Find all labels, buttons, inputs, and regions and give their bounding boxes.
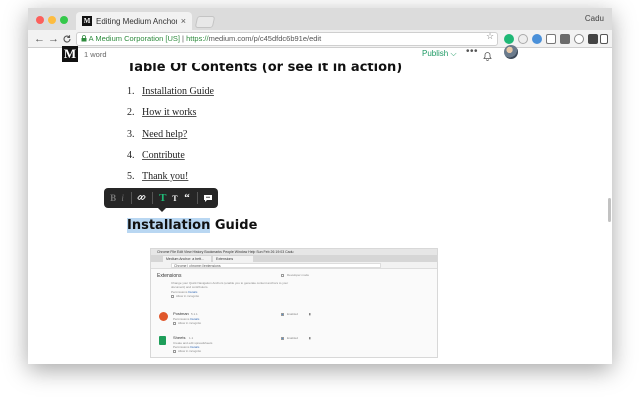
- extension-ring-icon[interactable]: [574, 34, 584, 44]
- forward-button[interactable]: →: [48, 32, 59, 46]
- screen: M Editing Medium Anchor, a mu × Cadu ← →…: [0, 0, 640, 400]
- toc-item-number: 4.: [127, 149, 135, 161]
- embedded-checkbox: [173, 322, 176, 325]
- reload-icon: [63, 35, 71, 43]
- extension-link-icon[interactable]: [600, 34, 608, 44]
- embedded-checkbox: [171, 295, 174, 298]
- toolbar-pointer: [158, 208, 166, 212]
- toc-link-contribute[interactable]: Contribute: [142, 150, 185, 161]
- tab-close-icon[interactable]: ×: [181, 16, 186, 26]
- close-window-button[interactable]: [36, 16, 44, 24]
- toolbar-divider: [151, 192, 153, 204]
- address-bar[interactable]: A Medium Corporation [US] | https://medi…: [76, 32, 498, 46]
- embedded-incognito: Allow in incognito: [178, 349, 202, 353]
- toc-list: 1. Installation Guide 2. How it works 3. Ne…: [127, 86, 214, 192]
- tab-strip: M Editing Medium Anchor, a mu × Cadu: [28, 8, 612, 30]
- embedded-trash-icon: ▮: [309, 336, 311, 340]
- address-path: medium.com/p/c45dfdc6b91e/edit: [208, 34, 322, 43]
- user-avatar[interactable]: [504, 45, 518, 59]
- embedded-tabs: Medium Anchor: a bett... Extensions: [151, 255, 437, 262]
- embedded-checkbox: [281, 337, 284, 340]
- profile-name[interactable]: Cadu: [585, 14, 604, 23]
- extension-dark-icon[interactable]: [560, 34, 570, 44]
- toc-item-number: 1.: [127, 86, 135, 97]
- browser-toolbar: ← → A Medium Corporation [US] | https://…: [28, 30, 612, 48]
- embedded-desc: document) and contributors.: [171, 285, 209, 289]
- word-count: 1 word: [84, 50, 107, 59]
- lock-icon: [81, 34, 89, 43]
- heading-text: Guide: [210, 218, 258, 233]
- sheets-icon: [159, 336, 166, 345]
- back-button[interactable]: ←: [34, 32, 45, 46]
- toc-item-number: 5.: [127, 171, 135, 183]
- quote-button[interactable]: “: [181, 192, 193, 204]
- toc-item: 1. Installation Guide: [127, 86, 214, 107]
- bold-button[interactable]: B: [108, 193, 118, 203]
- publish-button[interactable]: Publish ⌵: [422, 49, 457, 59]
- tab-editing-medium-anchor[interactable]: M Editing Medium Anchor, a mu ×: [76, 12, 192, 30]
- minimize-window-button[interactable]: [48, 16, 56, 24]
- toc-link-need-help[interactable]: Need help?: [142, 129, 187, 140]
- format-toolbar: B i T T “: [104, 188, 218, 208]
- cast-icon[interactable]: [546, 34, 556, 44]
- toc-item: 2. How it works: [127, 107, 214, 128]
- extension-printer-icon[interactable]: [588, 34, 598, 44]
- selected-text: Installation: [127, 218, 211, 233]
- toolbar-divider: [130, 192, 132, 204]
- embedded-dev-mode: Developer mode: [287, 273, 310, 277]
- zoom-window-button[interactable]: [60, 16, 68, 24]
- address-protocol: https://: [186, 34, 209, 43]
- toc-heading-text: Table Of Contents (or see it in action): [127, 63, 403, 75]
- notifications-bell-icon[interactable]: [483, 48, 492, 66]
- extension-blue-icon[interactable]: [532, 34, 542, 44]
- embedded-page-title: Extensions: [157, 273, 182, 279]
- toc-item-number: 3.: [127, 128, 135, 140]
- small-title-button[interactable]: T: [169, 194, 181, 203]
- bookmark-star-icon[interactable]: ☆: [486, 31, 494, 42]
- toc-heading[interactable]: Table Of Contents (or see it in action): [127, 63, 402, 77]
- site-identity: A Medium Corporation [US]: [88, 34, 180, 43]
- new-tab-button[interactable]: [194, 16, 216, 28]
- medium-favicon-icon: M: [82, 16, 92, 26]
- embedded-checkbox: [281, 274, 284, 277]
- embedded-ext-version: 1.1: [189, 336, 194, 340]
- embedded-screenshot-image[interactable]: Chrome File Edit View History Bookmarks …: [150, 248, 438, 358]
- grammarly-extension-icon[interactable]: [504, 34, 514, 44]
- toc-item: 4. Contribute: [127, 150, 214, 171]
- page-scrollbar[interactable]: [608, 198, 611, 222]
- extension-circle-icon[interactable]: [518, 34, 528, 44]
- toc-item-number: 2.: [127, 107, 135, 119]
- embedded-incognito: Allow in incognito: [176, 294, 200, 298]
- toolbar-divider: [197, 192, 198, 204]
- embedded-checkbox: [281, 313, 284, 316]
- toc-item: 3. Need help?: [127, 129, 214, 150]
- embedded-address: Chrome | chrome://extensions: [171, 263, 381, 268]
- more-options-icon[interactable]: •••: [466, 46, 478, 57]
- embedded-checkbox: [173, 350, 176, 353]
- embedded-ext-name: Sheets: [173, 335, 186, 340]
- link-button[interactable]: [136, 193, 148, 204]
- embedded-address-bar: Chrome | chrome://extensions: [151, 262, 437, 269]
- embedded-enabled: Enabled: [287, 312, 299, 316]
- toc-link-how-it-works[interactable]: How it works: [142, 107, 196, 118]
- comment-icon: [203, 194, 212, 202]
- toc-link-installation-guide[interactable]: Installation Guide: [142, 86, 214, 97]
- embedded-enabled: Enabled: [287, 336, 299, 340]
- italic-button[interactable]: i: [118, 193, 127, 203]
- embedded-ext-name: Postman: [173, 311, 189, 316]
- medium-logo[interactable]: M: [62, 46, 78, 62]
- postman-icon: [159, 312, 168, 321]
- tab-title: Editing Medium Anchor, a mu: [96, 16, 177, 26]
- embedded-ext-version: 5.1.1: [191, 312, 198, 316]
- embedded-incognito: Allow in incognito: [178, 321, 202, 325]
- embedded-trash-icon: ▮: [309, 312, 311, 316]
- large-title-button[interactable]: T: [157, 192, 169, 204]
- comment-button[interactable]: [202, 194, 214, 203]
- link-icon: [137, 194, 146, 200]
- installation-guide-heading[interactable]: Installation Guide: [127, 217, 257, 235]
- toc-link-thank-you[interactable]: Thank you!: [142, 171, 188, 182]
